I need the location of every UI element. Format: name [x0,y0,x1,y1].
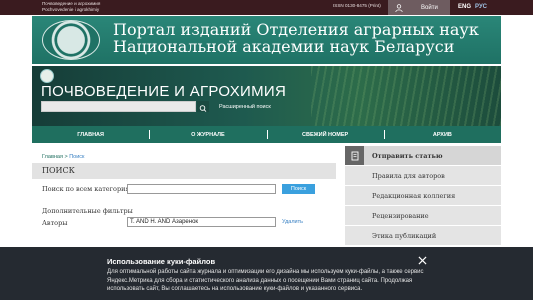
header-search-input[interactable] [41,101,196,112]
search-query-input[interactable] [127,184,276,194]
sidebar-item-label: Этика публикаций [372,231,437,240]
login-label: Войти [421,4,438,11]
sidebar-item-label: Редакционная коллегия [372,191,456,200]
header-search-button[interactable] [197,101,209,112]
breadcrumb-home[interactable]: Главная [42,154,63,160]
nav-item-archive[interactable]: АРХИВ [383,126,501,143]
journal-logo[interactable] [40,69,54,83]
extra-filters-label: Дополнительные фильтры [42,207,133,215]
journal-name-translit: Pochvovedenie i agrokhimiy [42,6,100,12]
search-icon [199,105,207,112]
cookie-title: Использование куки-файлов [107,257,216,266]
sidebar-item-label: Рецензирование [372,211,429,220]
header-background-image [311,66,501,126]
sidebar-item-peer-review[interactable]: Рецензирование [345,206,501,225]
sidebar-item-submit-article[interactable]: Отправить статью [345,146,501,165]
lang-en-link[interactable]: ENG [458,4,471,10]
portal-title-line2: Национальной академии наук Беларуси [113,37,455,56]
sidebar-item-publication-ethics[interactable]: Этика публикаций [345,226,501,245]
sidebar-item-label: Правила для авторов [372,171,445,180]
journal-name-small: Почвоведение и агрохимия Pochvovedenie i… [42,1,100,12]
sidebar-item-label: Отправить статью [372,151,443,160]
portal-banner[interactable]: Портал изданий Отделения аграрных наук Н… [32,16,501,64]
authors-label: Авторы [42,219,68,227]
main-nav: ГЛАВНАЯ О ЖУРНАЛЕ СВЕЖИЙ НОМЕР АРХИВ [32,126,501,143]
breadcrumb-separator: > [64,154,68,160]
journal-name-ru: Почвоведение и агрохимия [42,1,101,6]
delete-filter-link[interactable]: Удалить [282,219,303,225]
sidebar-item-author-guidelines[interactable]: Правила для авторов [345,166,501,185]
lang-ru-link[interactable]: РУС [475,4,487,10]
breadcrumb-current: Поиск [69,154,85,160]
nav-item-about[interactable]: О ЖУРНАЛЕ [149,126,266,143]
cookie-banner: Использование куки-файлов Для оптимально… [0,247,533,300]
academy-seal-logo [42,20,100,60]
breadcrumb: Главная > Поиск [42,154,84,160]
issn-label: ISSN 0130-8475 (Print) [333,3,381,8]
authors-input[interactable]: T. AND H. AND Азаренок [127,217,276,227]
nav-item-home[interactable]: ГЛАВНАЯ [32,126,149,143]
sidebar-item-editorial-board[interactable]: Редакционная коллегия [345,186,501,205]
user-icon [395,3,403,12]
search-panel-title: ПОИСК [32,163,336,179]
document-icon [351,151,358,160]
login-button[interactable]: Войти [388,0,450,15]
journal-header: ПОЧВОВЕДЕНИЕ И АГРОХИМИЯ Расширенный пои… [32,66,501,126]
search-button[interactable]: Поиск [282,184,315,194]
submit-icon-box [345,146,364,165]
close-icon[interactable] [418,256,427,265]
nav-item-current-issue[interactable]: СВЕЖИЙ НОМЕР [266,126,384,143]
top-bar: Почвоведение и агрохимия Pochvovedenie i… [0,0,533,15]
advanced-search-link[interactable]: Расширенный поиск [219,104,271,110]
language-switcher: ENG РУС [458,4,487,10]
journal-title: ПОЧВОВЕДЕНИЕ И АГРОХИМИЯ [41,83,287,100]
cookie-text: Для оптимальной работы сайта журнала и о… [107,269,424,292]
all-categories-label: Поиск по всем категориям [42,185,135,193]
